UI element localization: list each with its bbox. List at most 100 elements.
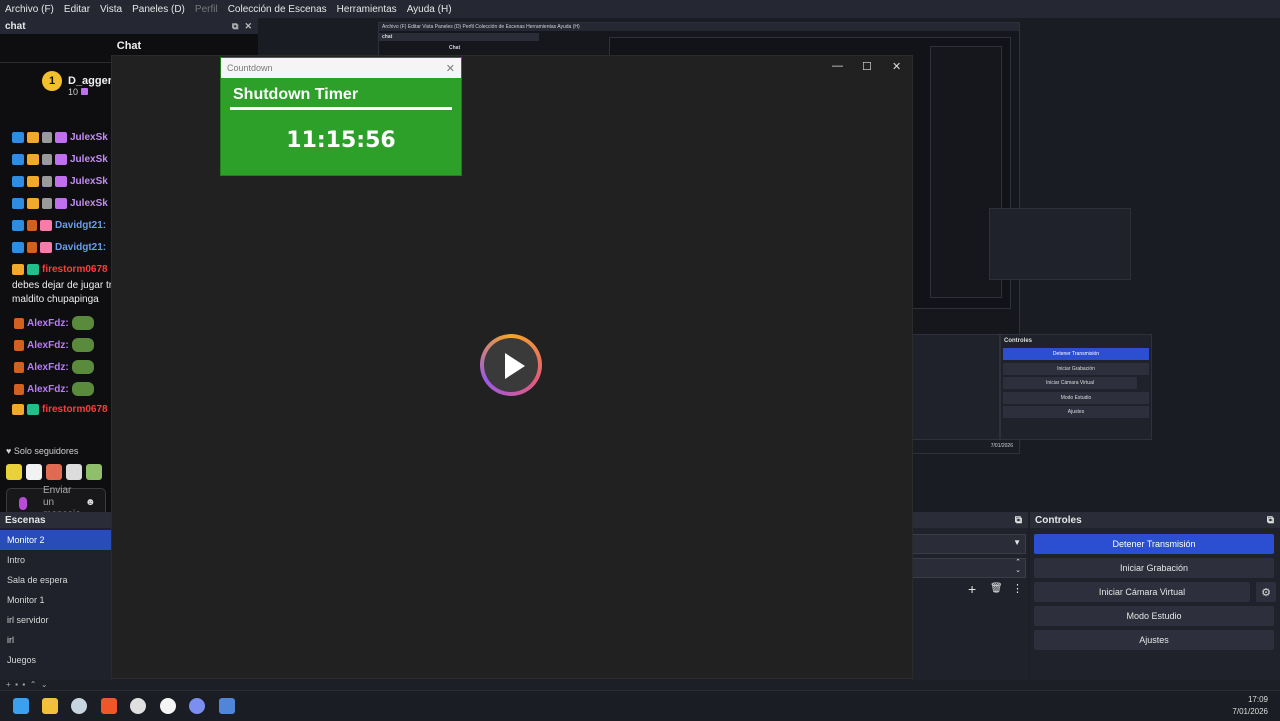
chat-username[interactable]: AlexFdz:: [27, 340, 69, 351]
move-up-icon[interactable]: ⌃: [30, 680, 37, 689]
menu-bar: Archivo (F) Editar Vista Paneles (D) Per…: [0, 0, 1280, 18]
scene-item[interactable]: Monitor 2: [0, 530, 112, 550]
sources-dock: ⧉ ▼ ⌃ ⌄ + 🗑 ⋮: [912, 512, 1028, 680]
nested-studio-mode: Modo Estudio: [1003, 392, 1149, 404]
undock-icon[interactable]: ⧉: [232, 21, 238, 32]
add-icon[interactable]: +: [6, 680, 11, 689]
chat-message[interactable]: JulexSk: [12, 154, 108, 165]
menu-perfil[interactable]: Perfil: [190, 4, 223, 15]
transition-spinbox[interactable]: ⌃ ⌄: [912, 558, 1026, 578]
studio-mode-button[interactable]: Modo Estudio: [1034, 606, 1274, 626]
chat-message[interactable]: firestorm0678: [12, 404, 108, 415]
obs-icon[interactable]: [130, 698, 146, 714]
chat-username[interactable]: firestorm0678: [42, 264, 108, 275]
chat-message[interactable]: AlexFdz:: [14, 360, 94, 374]
undock-icon[interactable]: ⧉: [1015, 515, 1022, 526]
chat-username[interactable]: JulexSk: [70, 132, 108, 143]
microphone-icon[interactable]: [19, 497, 27, 510]
menu-paneles[interactable]: Paneles (D): [127, 4, 190, 15]
file-explorer-icon[interactable]: [42, 698, 58, 714]
trash-icon[interactable]: ▪: [15, 680, 18, 689]
nested-chat-title: Chat: [449, 45, 461, 51]
stop-streaming-button[interactable]: Detener Transmisión: [1034, 534, 1274, 554]
emote-icon[interactable]: [26, 464, 42, 480]
emote-icon[interactable]: [66, 464, 82, 480]
frog-emote: [71, 382, 94, 396]
play-button[interactable]: [480, 334, 542, 396]
emote-icon[interactable]: [6, 464, 22, 480]
properties-dropdown[interactable]: ▼: [912, 534, 1026, 554]
scene-item[interactable]: Sala de espera: [0, 570, 112, 590]
close-icon[interactable]: ✕: [892, 60, 901, 73]
gift-icon: [55, 198, 67, 209]
minimize-icon[interactable]: —: [832, 60, 843, 72]
chat-username[interactable]: AlexFdz:: [27, 362, 69, 373]
controls-title: Controles: [1035, 514, 1082, 526]
chat-message[interactable]: JulexSk: [12, 176, 108, 187]
chat-message[interactable]: AlexFdz:: [14, 382, 94, 396]
scene-item[interactable]: irl: [0, 630, 112, 650]
crown-icon: [27, 154, 39, 165]
menu-vista[interactable]: Vista: [95, 4, 127, 15]
menu-archivo[interactable]: Archivo (F): [0, 4, 59, 15]
chat-message[interactable]: firestorm0678: [12, 264, 108, 275]
scene-item[interactable]: Intro: [0, 550, 112, 570]
trash-icon[interactable]: 🗑: [990, 583, 1003, 594]
chat-message[interactable]: Davidgt21:: [12, 242, 106, 253]
steam-icon[interactable]: [71, 698, 87, 714]
calculator-icon[interactable]: [219, 698, 235, 714]
system-clock[interactable]: 17:09 7/01/2026: [1232, 694, 1268, 718]
close-icon[interactable]: ✕: [244, 21, 252, 32]
add-icon[interactable]: +: [968, 581, 976, 597]
chat-message[interactable]: JulexSk: [12, 198, 108, 209]
scene-item[interactable]: irl servidor: [0, 610, 112, 630]
timer-title: Shutdown Timer: [233, 86, 359, 103]
flame-icon: [14, 361, 24, 373]
brave-icon[interactable]: [101, 698, 117, 714]
settings-button[interactable]: Ajustes: [1034, 630, 1274, 650]
gift-icon: [27, 404, 39, 415]
chat-username[interactable]: Davidgt21:: [55, 242, 106, 253]
discord-icon[interactable]: [189, 698, 205, 714]
gear-icon[interactable]: ⚙: [1256, 582, 1276, 602]
chat-username[interactable]: Davidgt21:: [55, 220, 106, 231]
emote-icon[interactable]: [46, 464, 62, 480]
move-down-icon[interactable]: ⌄: [41, 680, 48, 689]
close-icon[interactable]: ✕: [446, 62, 455, 75]
frog-emote: [71, 316, 94, 330]
menu-ayuda[interactable]: Ayuda (H): [402, 4, 457, 15]
scene-item[interactable]: Juegos: [0, 650, 112, 670]
chat-username[interactable]: AlexFdz:: [27, 318, 69, 329]
chat-username[interactable]: JulexSk: [70, 198, 108, 209]
undock-icon[interactable]: ⧉: [1267, 515, 1274, 526]
more-options-icon[interactable]: ⋮: [1012, 582, 1023, 595]
chat-message[interactable]: Davidgt21:: [12, 220, 106, 231]
start-virtual-camera-button[interactable]: Iniciar Cámara Virtual: [1034, 582, 1250, 602]
chrome-icon[interactable]: [160, 698, 176, 714]
chat-username[interactable]: JulexSk: [70, 176, 108, 187]
divider: [230, 107, 452, 110]
chat-message[interactable]: AlexFdz:: [14, 338, 94, 352]
maximize-icon[interactable]: ☐: [862, 60, 872, 73]
chat-message[interactable]: JulexSk: [12, 132, 108, 143]
chat-message[interactable]: AlexFdz:: [14, 316, 94, 330]
menu-herramientas[interactable]: Herramientas: [332, 4, 402, 15]
emoji-icon[interactable]: ☻: [85, 497, 96, 508]
filter-icon[interactable]: ▪: [22, 680, 25, 689]
moderator-icon: [12, 176, 24, 187]
countdown-titlebar[interactable]: Countdown ✕: [221, 58, 461, 78]
chat-username[interactable]: JulexSk: [70, 154, 108, 165]
windows-start-icon[interactable]: [13, 698, 29, 714]
menu-editar[interactable]: Editar: [59, 4, 95, 15]
chat-username[interactable]: AlexFdz:: [27, 384, 69, 395]
start-recording-button[interactable]: Iniciar Grabación: [1034, 558, 1274, 578]
scene-item[interactable]: Monitor 1: [0, 590, 112, 610]
chat-username[interactable]: firestorm0678: [42, 404, 108, 415]
menu-coleccion-escenas[interactable]: Colección de Escenas: [223, 4, 332, 15]
leaderboard-top-user[interactable]: 1 D_agger 10: [42, 71, 112, 97]
chat-title: Chat: [116, 40, 142, 52]
flame-icon: [14, 339, 24, 351]
emote-icon[interactable]: [86, 464, 102, 480]
nested-virtual-cam: Iniciar Cámara Virtual: [1003, 377, 1137, 389]
stepper-icon[interactable]: ⌃ ⌄: [1015, 559, 1021, 575]
